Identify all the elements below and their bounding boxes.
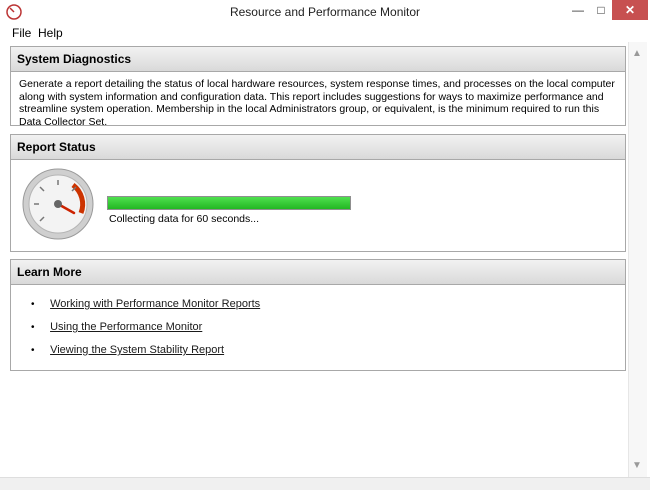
- scroll-down-icon[interactable]: ▼: [632, 460, 642, 471]
- bullet-icon: •: [31, 322, 35, 333]
- bullet-icon: •: [31, 345, 35, 356]
- progress-fill: [108, 197, 350, 209]
- menu-help[interactable]: Help: [38, 26, 63, 40]
- system-diagnostics-description: Generate a report detailing the status o…: [19, 78, 615, 128]
- learn-more-section: Learn More • Working with Performance Mo…: [10, 259, 626, 371]
- progress-status-text: Collecting data for 60 seconds...: [109, 213, 260, 225]
- performance-gauge-icon: [22, 168, 94, 240]
- vertical-scrollbar[interactable]: ▲ ▼: [628, 42, 647, 477]
- scroll-up-icon[interactable]: ▲: [632, 48, 642, 59]
- list-item: • Using the Performance Monitor: [31, 321, 260, 344]
- window-title: Resource and Performance Monitor: [229, 5, 421, 19]
- report-status-section: Report Status Collecting data for 60 sec…: [10, 134, 626, 252]
- bullet-icon: •: [31, 299, 35, 310]
- minimize-button[interactable]: —: [567, 0, 589, 20]
- report-status-header: Report Status: [11, 135, 625, 160]
- progress-bar: [107, 196, 351, 210]
- close-button[interactable]: ✕: [612, 0, 648, 20]
- menu-file[interactable]: File: [12, 26, 31, 40]
- list-item: • Viewing the System Stability Report: [31, 344, 260, 367]
- learn-more-list: • Working with Performance Monitor Repor…: [31, 298, 260, 367]
- menu-bar: File Help: [0, 24, 650, 42]
- system-diagnostics-section: System Diagnostics Generate a report det…: [10, 46, 626, 128]
- learn-more-header: Learn More: [11, 260, 625, 285]
- title-bar[interactable]: Resource and Performance Monitor — □ ✕: [0, 0, 650, 25]
- status-bar: [0, 477, 650, 490]
- link-system-stability-report[interactable]: Viewing the System Stability Report: [50, 344, 224, 356]
- list-item: • Working with Performance Monitor Repor…: [31, 298, 260, 321]
- app-window: Resource and Performance Monitor — □ ✕ F…: [0, 0, 650, 490]
- link-performance-monitor-reports[interactable]: Working with Performance Monitor Reports: [50, 298, 260, 310]
- link-using-performance-monitor[interactable]: Using the Performance Monitor: [50, 321, 202, 333]
- maximize-button[interactable]: □: [590, 0, 612, 20]
- system-diagnostics-header: System Diagnostics: [11, 47, 625, 72]
